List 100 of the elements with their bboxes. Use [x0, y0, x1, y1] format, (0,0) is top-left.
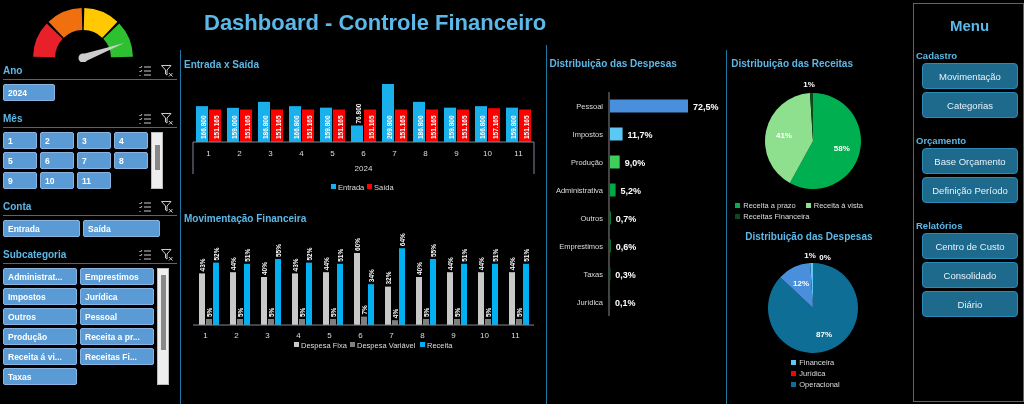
menu-button[interactable]: Centro de Custo	[922, 233, 1018, 259]
menu-button[interactable]: Base Orçamento	[922, 148, 1018, 174]
multi-select-icon[interactable]	[139, 201, 151, 212]
axis-label: 5	[330, 149, 335, 158]
axis-label: 7	[389, 331, 394, 340]
menu-button[interactable]: Definição Período	[922, 177, 1018, 203]
data-label: 0,7%	[615, 213, 636, 224]
clear-filter-icon[interactable]	[161, 248, 173, 261]
clear-filter-icon[interactable]	[161, 200, 173, 213]
data-label: 9,0%	[624, 157, 645, 168]
bar	[413, 101, 425, 142]
slicer-item[interactable]: Saída	[83, 220, 160, 237]
axis-label: 6	[358, 331, 363, 340]
multi-select-icon[interactable]	[139, 65, 151, 76]
slicer-item[interactable]: 8	[114, 152, 148, 169]
menu-button[interactable]: Categorias	[922, 92, 1018, 118]
menu-title: Menu	[948, 17, 991, 34]
slicer-item[interactable]: Receitas Fi...	[80, 348, 154, 365]
bar	[302, 109, 314, 142]
menu-button[interactable]: Consolidado	[922, 262, 1018, 288]
multi-select-icon[interactable]	[139, 249, 151, 260]
slicer-item[interactable]: 10	[40, 172, 74, 189]
data-label: 58%	[834, 144, 851, 154]
slicer-item[interactable]: 1	[3, 132, 37, 149]
slicer-item[interactable]: 7	[77, 152, 111, 169]
bar	[426, 109, 438, 142]
slicer-item[interactable]: 2024	[3, 84, 55, 101]
scrollbar[interactable]	[151, 132, 163, 189]
axis-label: 5	[327, 331, 332, 340]
axis-title: 2024	[354, 164, 373, 173]
bar	[320, 107, 332, 142]
slicer-item[interactable]: 5	[3, 152, 37, 169]
slicer-item[interactable]: 9	[3, 172, 37, 189]
slicer-item[interactable]: Receita a pr...	[80, 328, 154, 345]
axis-label: 11	[514, 149, 523, 158]
chart-title: Distribuição das Despesas	[744, 230, 874, 242]
slicer-item[interactable]: Produção	[3, 328, 77, 345]
bar	[333, 109, 345, 142]
slicer-item[interactable]: Taxas	[3, 368, 77, 385]
data-label: 0,1%	[614, 297, 636, 308]
data-label: 0,3%	[614, 269, 636, 280]
clear-filter-icon[interactable]	[161, 64, 173, 77]
slicer-title: Conta	[3, 201, 33, 212]
slicer-title: Subcategoria	[3, 249, 68, 260]
slicer-item[interactable]: Pessoal	[80, 308, 154, 325]
chart-title: Distribuição das Receitas	[730, 57, 854, 69]
slicer-title: Ano	[3, 65, 24, 76]
axis-label: 4	[296, 331, 301, 340]
data-label: 87%	[816, 329, 833, 339]
clear-filter-icon[interactable]	[161, 112, 173, 125]
chart-title: Distribuição das Despesas	[548, 57, 678, 69]
data-label: 12%	[793, 278, 810, 288]
menu-section-title: Orçamento	[916, 135, 968, 146]
slicer-item[interactable]: 6	[40, 152, 74, 169]
slicer-item[interactable]: Impostos	[3, 288, 77, 305]
slicer-item[interactable]: 3	[77, 132, 111, 149]
dashboard-title: Dashboard - Controle Financeiro	[204, 9, 547, 36]
bar	[457, 109, 469, 142]
slicer-item[interactable]: 11	[77, 172, 111, 189]
axis-label: 8	[423, 149, 428, 158]
axis-label: 2	[237, 149, 242, 158]
slicer-item[interactable]: 4	[114, 132, 148, 149]
slicer-item[interactable]: Outros	[3, 308, 77, 325]
slicer-item[interactable]: Entrada	[3, 220, 80, 237]
axis-label: 9	[451, 331, 456, 340]
slicer-item[interactable]: Administrat...	[3, 268, 77, 285]
axis-label: 6	[361, 149, 366, 158]
menu-section-title: Cadastro	[916, 50, 959, 61]
data-label: 11,7%	[627, 129, 653, 140]
bar	[271, 109, 283, 142]
bar	[240, 109, 252, 142]
menu-button[interactable]: Movimentação	[922, 63, 1018, 89]
chart-title: Entrada x Saída	[183, 58, 261, 70]
data-label: 72,5%	[692, 101, 719, 112]
axis-label: 4	[299, 149, 304, 158]
data-label: 5,2%	[620, 185, 641, 196]
axis-label: 7	[392, 149, 397, 158]
menu-section-title: Relatórios	[916, 220, 964, 231]
slicer-title: Mês	[3, 113, 24, 124]
bar	[444, 107, 456, 142]
axis-label: 11	[511, 331, 520, 340]
bar	[227, 107, 239, 142]
axis-label: 1	[203, 331, 208, 340]
bar	[506, 107, 518, 142]
data-label: 1%	[804, 251, 817, 260]
axis-label: 3	[265, 331, 270, 340]
menu-button[interactable]: Diário	[922, 291, 1018, 317]
chart-title: Movimentação Financeira	[183, 212, 308, 224]
slicer-item[interactable]: Emprestimos	[80, 268, 154, 285]
data-label: 41%	[776, 130, 793, 140]
multi-select-icon[interactable]	[139, 113, 151, 124]
slicer-item[interactable]: 2	[40, 132, 74, 149]
axis-label: 8	[420, 331, 425, 340]
bar	[209, 109, 221, 142]
bar	[289, 106, 301, 142]
axis-label: 9	[454, 149, 459, 158]
slicer-item[interactable]: Receita á vi...	[3, 348, 77, 365]
bar	[475, 106, 487, 142]
slicer-item[interactable]: Jurídica	[80, 288, 154, 305]
scrollbar[interactable]	[157, 268, 169, 385]
